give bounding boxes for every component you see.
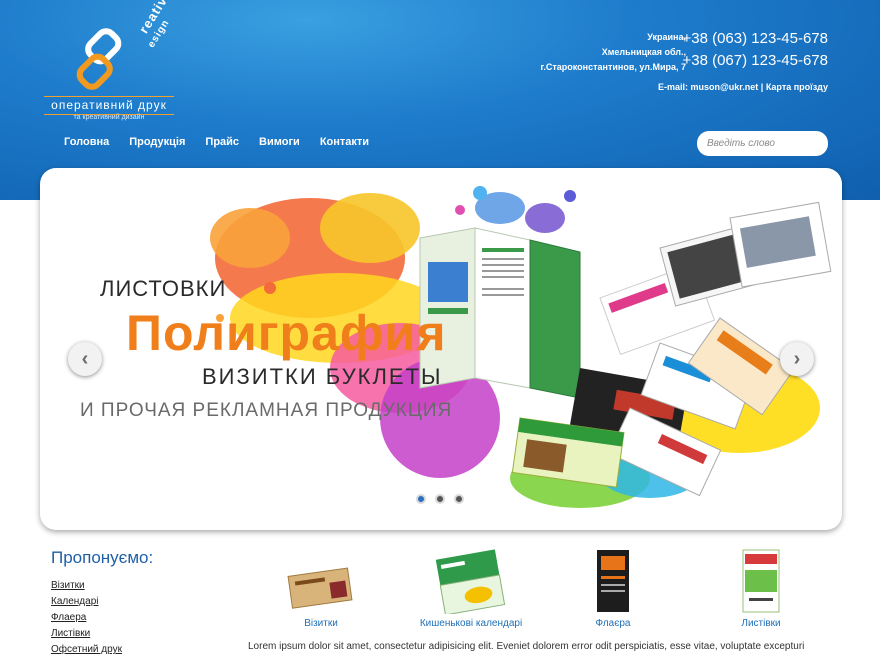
chevron-right-icon: ›	[793, 347, 801, 370]
postcard-image	[742, 549, 780, 613]
logo-title: оперативний друк	[44, 96, 174, 115]
chevron-left-icon: ‹	[81, 347, 89, 370]
address: Украина, Хмельницкая обл., г.Староконста…	[466, 30, 686, 75]
email-line: E-mail: muson@ukr.net | Карта проїзду	[658, 82, 828, 92]
email-link[interactable]: E-mail: muson@ukr.net	[658, 82, 758, 92]
main-nav: Головна Продукція Прайс Вимоги Контакти	[64, 136, 369, 148]
address-line-1: Украина,	[647, 32, 686, 42]
slide-heading-cards: ВИЗИТКИ БУКЛЕТЫ	[202, 364, 443, 389]
product-label-postcards: Листівки	[741, 618, 781, 629]
offer-list: Візитки Календарі Флаера Листівки Офсетн…	[51, 578, 122, 658]
separator: |	[758, 82, 766, 92]
slider-dot-1[interactable]	[416, 494, 426, 504]
address-line-2: Хмельницкая обл.,	[601, 47, 686, 57]
nav-item-requirements[interactable]: Вимоги	[259, 136, 300, 148]
product-label-flyers: Флаєра	[595, 618, 631, 629]
search-input[interactable]	[697, 131, 828, 156]
slider-prev-button[interactable]: ‹	[68, 342, 102, 376]
product-thumbnails: Візитки Кишенькові календарі Флаєра Лист…	[248, 548, 838, 632]
address-line-3: г.Староконстантинов, ул.Мира, 7	[540, 62, 686, 72]
offer-item-calendars[interactable]: Календарі	[51, 594, 122, 610]
logo-subtitle: та креативний дизайн	[73, 114, 145, 121]
product-flyers[interactable]: Флаєра	[548, 548, 678, 629]
offer-item-offset-print[interactable]: Офсетний друк	[51, 642, 122, 658]
phone-1: +38 (063) 123-45-678	[682, 30, 828, 47]
business-card-image	[287, 567, 353, 609]
offer-item-business-cards[interactable]: Візитки	[51, 578, 122, 594]
map-link[interactable]: Карта проїзду	[766, 82, 828, 92]
slider-next-button[interactable]: ›	[780, 342, 814, 376]
slide-heading-polygraphy: Полиграфия	[126, 305, 447, 361]
phone-numbers: +38 (063) 123-45-678 +38 (067) 123-45-67…	[682, 28, 828, 72]
slide-heading-other: И ПРОЧАЯ РЕКЛАМНАЯ ПРОДУКЦИЯ	[80, 400, 453, 421]
nav-item-contacts[interactable]: Контакти	[320, 136, 369, 148]
nav-item-home[interactable]: Головна	[64, 136, 109, 148]
site-logo[interactable]: reative esign оперативний друк та креати…	[44, 0, 175, 126]
product-postcards[interactable]: Листівки	[696, 548, 826, 629]
slide-heading-leaflets: ЛИСТОВКИ	[100, 276, 227, 301]
slider-dots	[416, 494, 464, 504]
nav-item-products[interactable]: Продукція	[129, 136, 185, 148]
slider-dot-2[interactable]	[435, 494, 445, 504]
offer-item-postcards[interactable]: Листівки	[51, 626, 122, 642]
product-label-business-cards: Візитки	[304, 618, 338, 629]
hero-slider: ЛИСТОВКИ Полиграфия ВИЗИТКИ БУКЛЕТЫ И ПР…	[40, 168, 842, 530]
offer-title: Пропонуємо:	[51, 548, 154, 567]
nav-item-price[interactable]: Прайс	[205, 136, 239, 148]
phone-2: +38 (067) 123-45-678	[682, 52, 828, 69]
slider-dot-3[interactable]	[454, 494, 464, 504]
product-pocket-calendars[interactable]: Кишенькові календарі	[406, 548, 536, 629]
flyer-image	[597, 550, 629, 612]
logo-mark-icon	[76, 28, 122, 90]
product-label-pocket-calendars: Кишенькові календарі	[419, 618, 523, 629]
calendar-image	[436, 549, 506, 614]
body-text: Lorem ipsum dolor sit amet, consectetur …	[248, 641, 805, 652]
product-business-cards[interactable]: Візитки	[256, 562, 386, 629]
offer-item-flyers[interactable]: Флаера	[51, 610, 122, 626]
